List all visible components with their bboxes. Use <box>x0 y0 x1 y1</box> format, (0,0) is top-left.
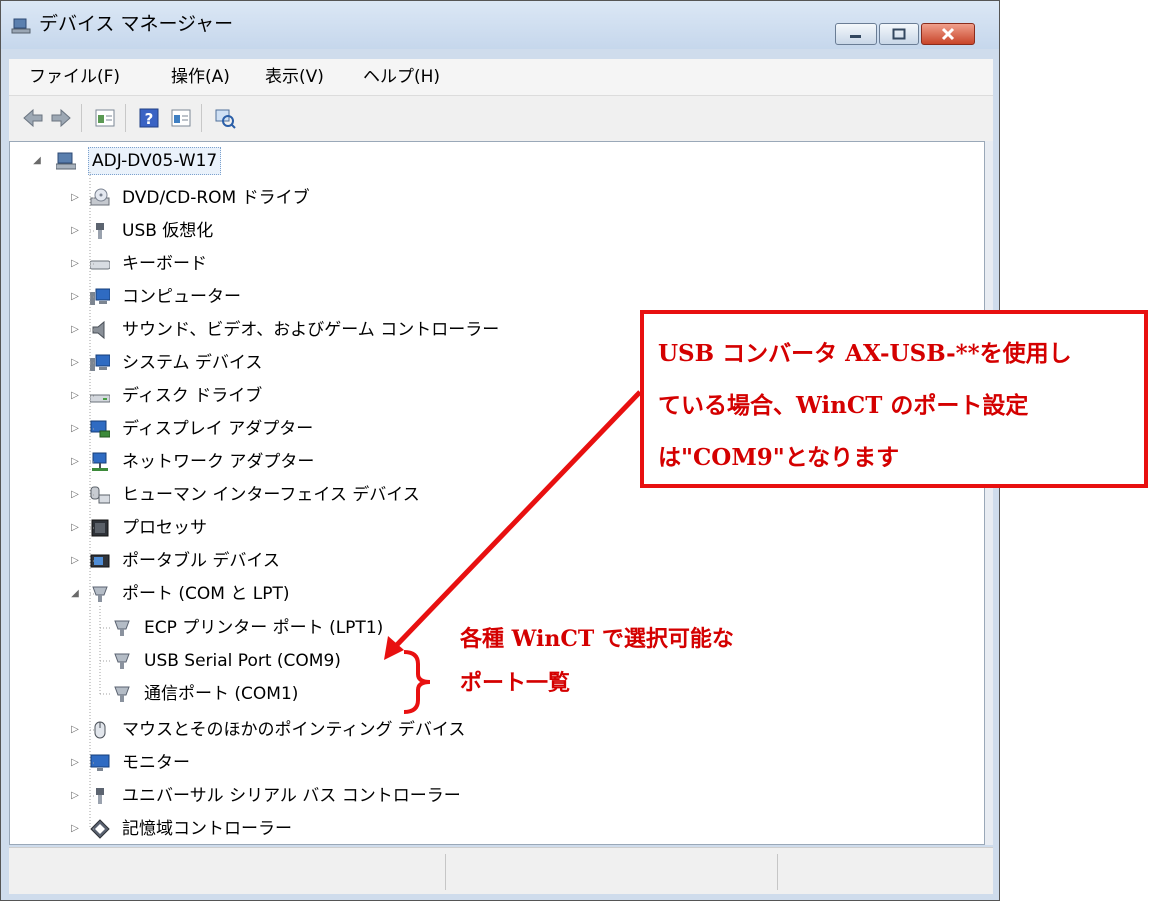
bracket-label-line-1: 各種 WinCT で選択可能な <box>460 626 734 652</box>
annotation-graphics <box>384 390 642 714</box>
callout-arrow-line <box>390 390 642 652</box>
bracket-label-line-2: ポート一覧 <box>460 670 571 696</box>
bracket-icon <box>403 650 431 714</box>
